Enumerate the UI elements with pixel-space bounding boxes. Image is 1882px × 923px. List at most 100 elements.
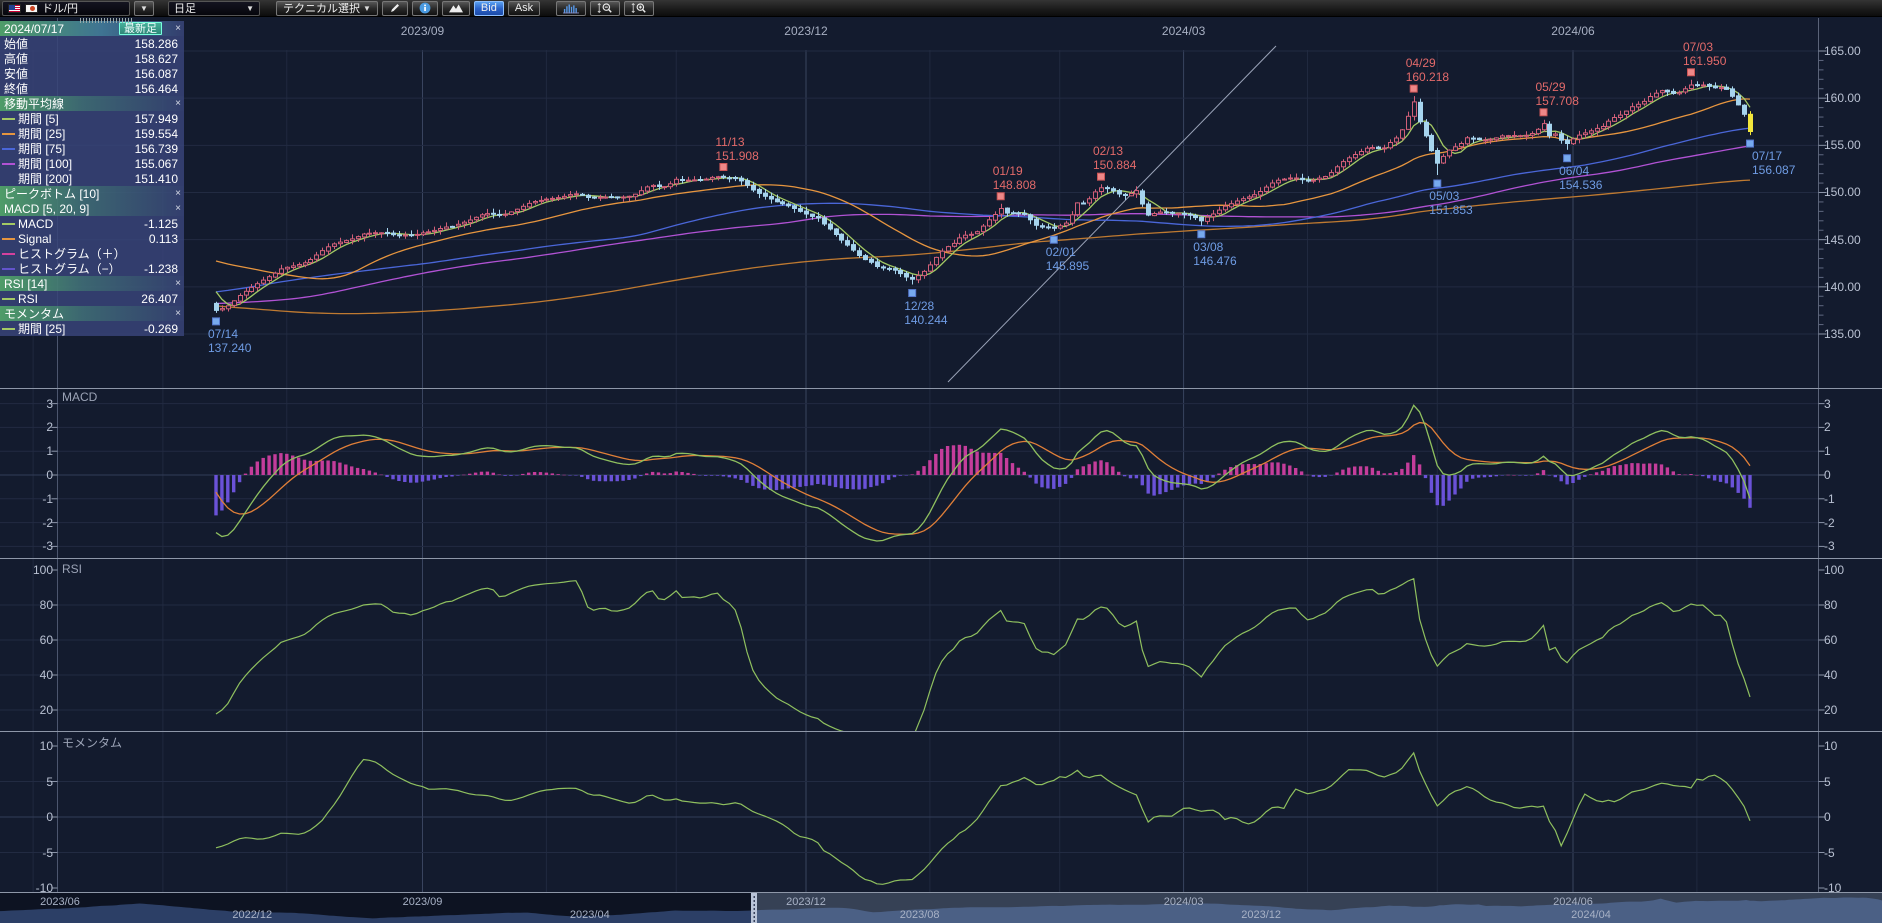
annotation-price: 156.087 [1752,163,1795,177]
price-axis-label: 135.00 [1824,327,1861,341]
momentum-pane-title: モメンタム [62,734,122,751]
panel-data-row: 期間 [75]156.739 [0,141,184,156]
ask-button[interactable]: Ask [508,1,540,16]
rsi-axis-label: 60 [7,633,53,647]
chart-date-label: 2024/03 [1162,24,1205,38]
peak-annotation: 07/03161.950 [1683,40,1726,68]
chart-date-label: 2023/09 [401,24,444,38]
macd-axis-label: -1 [1824,492,1835,506]
chart-style-button[interactable] [442,1,470,16]
chart-canvas[interactable] [0,0,1882,923]
panel-data-row: ヒストグラム（−）-1.238 [0,261,184,276]
line-color-swatch [2,163,15,165]
line-color-swatch [2,298,15,300]
info-button[interactable] [412,1,438,16]
zoom-out-icon [597,2,613,14]
toolbar: ドル/円 ▼ 日足 ▼ テクニカル選択 ▼ [0,0,1882,17]
close-icon[interactable]: × [175,96,181,111]
jp-flag-icon [25,4,38,13]
panel-data-row: RSI26.407 [0,291,184,306]
peak-annotation: 02/13150.884 [1093,144,1136,172]
momentum-axis-label: 5 [7,775,53,789]
panel-item-value: 155.067 [135,157,178,171]
timeframe-select[interactable]: 日足 ▼ [168,1,260,16]
panel-title-row[interactable]: 2024/07/17最新足× [0,21,184,36]
macd-axis-label: -1 [7,492,53,506]
peak-annotation: 05/29157.708 [1536,80,1579,108]
latest-bar-button[interactable]: 最新足 [119,22,162,35]
navigator-date-label: 2023/04 [570,909,610,921]
macd-axis-label: 3 [7,397,53,411]
panel-section-label: MACD [5, 20, 9] [4,202,89,216]
annotation-date: 03/08 [1193,240,1236,254]
price-axis-label: 160.00 [1824,91,1861,105]
macd-axis-label: 2 [7,420,53,434]
annotation-price: 154.536 [1559,178,1602,192]
macd-axis-label: -2 [7,516,53,530]
close-icon[interactable]: × [175,276,181,291]
line-color-swatch [2,238,15,240]
panel-data-row: 期間 [25]159.554 [0,126,184,141]
macd-axis-label: 1 [7,444,53,458]
draw-button[interactable] [382,1,408,16]
close-icon[interactable]: × [175,186,181,201]
rsi-axis-label: 80 [1824,598,1837,612]
chevron-down-icon: ▼ [363,4,371,13]
bottom-annotation: 12/28140.244 [904,299,947,327]
panel-header-row[interactable]: 移動平均線× [0,96,184,111]
panel-item-value: 151.410 [135,172,178,186]
macd-axis-label: 3 [1824,397,1831,411]
annotation-date: 05/03 [1429,189,1472,203]
timeframe-label: 日足 [174,0,196,16]
panel-header-row[interactable]: RSI [14]× [0,276,184,291]
panel-data-row: 高値158.627 [0,51,184,66]
momentum-axis-label: 0 [7,810,53,824]
bottom-annotation: 02/01145.895 [1046,245,1089,273]
price-axis-label: 165.00 [1824,44,1861,58]
panel-header-row[interactable]: ピークボトム [10]× [0,186,184,201]
price-axis-label: 140.00 [1824,280,1861,294]
momentum-axis-label: -10 [1824,881,1841,895]
panel-data-row: 安値156.087 [0,66,184,81]
line-color-swatch [2,178,15,180]
zoom-out-button[interactable] [590,1,620,16]
macd-axis-label: 1 [1824,444,1831,458]
momentum-axis-label: 0 [1824,810,1831,824]
bottom-axis-label: 2024/06 [1553,896,1593,908]
price-axis-label: 145.00 [1824,233,1861,247]
panel-drag-grip[interactable] [80,18,134,23]
technical-select-button[interactable]: テクニカル選択 ▼ [276,1,378,16]
annotation-date: 07/17 [1752,149,1795,163]
rsi-axis-label: 60 [1824,633,1837,647]
panel-data-row: 終値156.464 [0,81,184,96]
technical-select-label: テクニカル選択 [283,0,360,16]
volume-button[interactable] [556,1,586,16]
currency-pair-select[interactable]: ドル/円 [2,1,130,16]
zoom-in-button[interactable] [624,1,654,16]
rsi-axis-label: 40 [7,668,53,682]
panel-data-row: 期間 [25]-0.269 [0,321,184,336]
bottom-annotation: 07/14137.240 [208,327,251,355]
pair-dropdown-button[interactable]: ▼ [134,1,154,16]
close-icon[interactable]: × [175,201,181,216]
panel-header-row[interactable]: MACD [5, 20, 9] × [0,201,184,216]
momentum-axis-label: 10 [1824,739,1837,753]
panel-data-row: 始値158.286 [0,36,184,51]
panel-data-row: 期間 [100]155.067 [0,156,184,171]
peak-annotation: 11/13151.908 [715,135,758,163]
close-icon[interactable]: × [175,21,181,36]
navigator-date-label: 2023/08 [900,909,940,921]
macd-pane-title: MACD [62,390,97,404]
navigator-date-label: 2024/04 [1571,909,1611,921]
close-icon[interactable]: × [175,306,181,321]
annotation-date: 07/14 [208,327,251,341]
info-icon [419,2,431,14]
annotation-price: 145.895 [1046,259,1089,273]
panel-header-row[interactable]: モメンタム× [0,306,184,321]
bid-button[interactable]: Bid [474,1,504,16]
annotation-date: 02/13 [1093,144,1136,158]
bottom-annotation: 07/17156.087 [1752,149,1795,177]
navigator-date-label: 2023/12 [1241,909,1281,921]
bid-label: Bid [481,2,497,14]
rsi-pane-title: RSI [62,562,82,576]
